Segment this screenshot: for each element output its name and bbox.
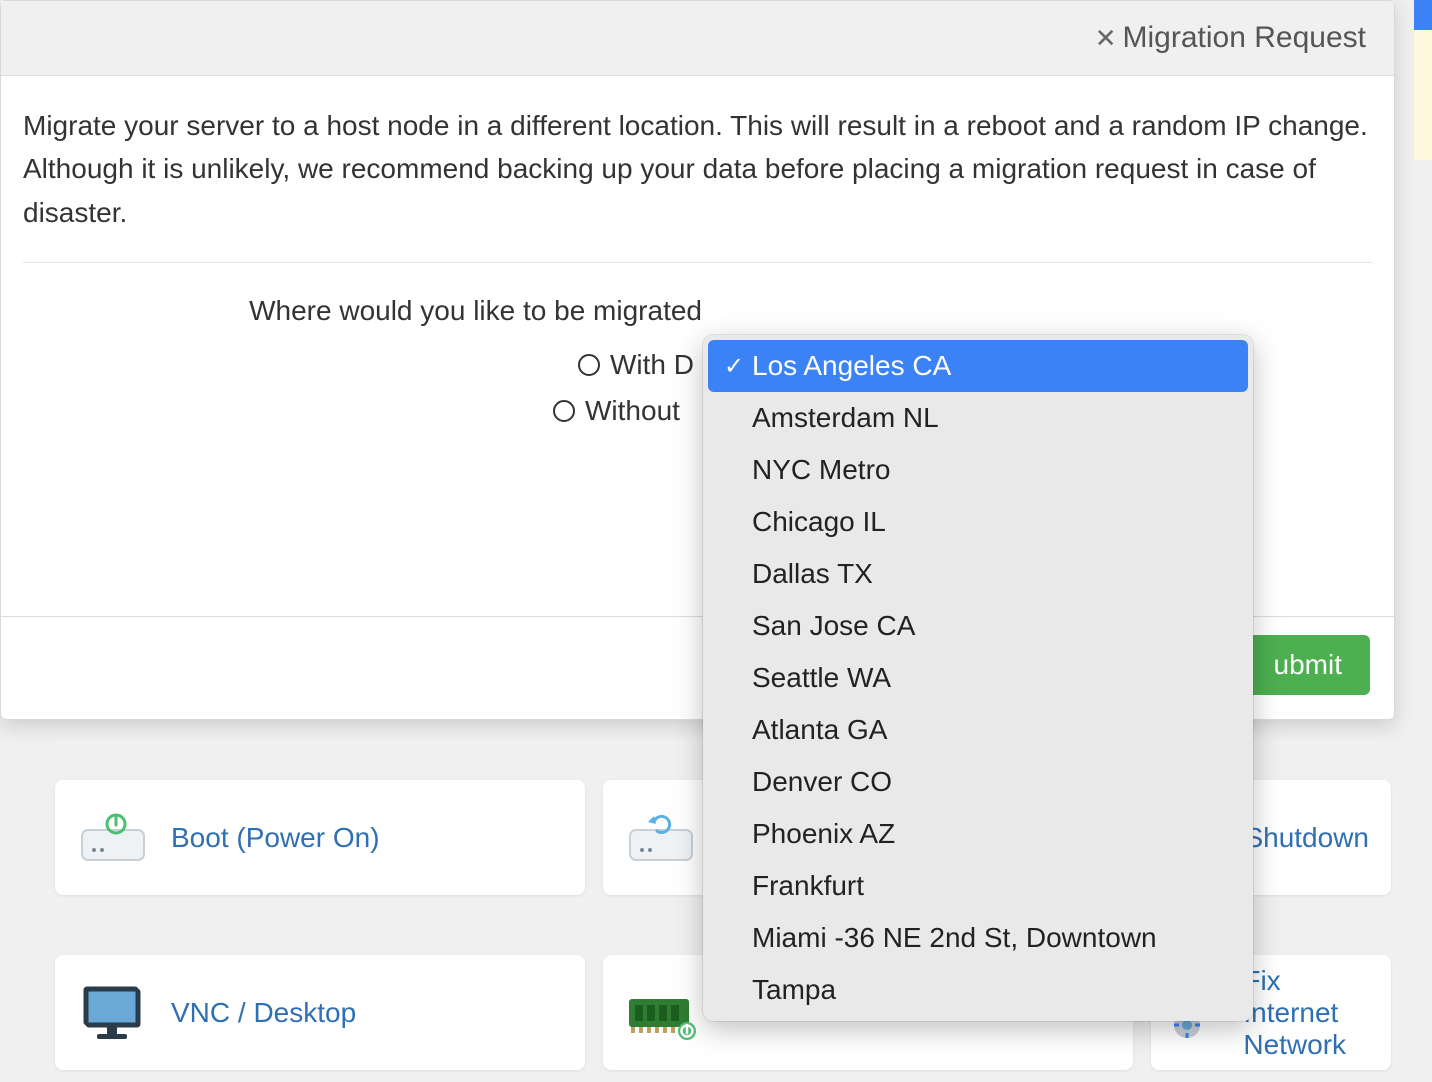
power-on-drive-icon — [77, 802, 149, 874]
option-label: Phoenix AZ — [752, 818, 895, 850]
option-label: Atlanta GA — [752, 714, 887, 746]
option-label: Amsterdam NL — [752, 402, 939, 434]
location-option[interactable]: Denver CO — [708, 756, 1248, 808]
modal-description: Migrate your server to a host node in a … — [23, 104, 1372, 234]
modal-header: ✕ Migration Request — [1, 1, 1394, 76]
check-icon: ✓ — [724, 352, 752, 381]
location-option[interactable]: Phoenix AZ — [708, 808, 1248, 860]
option-label: Frankfurt — [752, 870, 864, 902]
radio-icon — [553, 400, 575, 422]
action-card-boot[interactable]: Boot (Power On) — [55, 780, 585, 895]
location-option[interactable]: Amsterdam NL — [708, 392, 1248, 444]
ram-icon — [625, 977, 697, 1049]
card-label-line1: Fix Internet — [1243, 965, 1369, 1029]
card-label: Boot (Power On) — [171, 822, 380, 854]
option-label: NYC Metro — [752, 454, 890, 486]
option-label: Denver CO — [752, 766, 892, 798]
drive-refresh-icon — [625, 802, 697, 874]
modal-title: Migration Request — [1123, 21, 1366, 55]
location-dropdown[interactable]: ✓Los Angeles CA Amsterdam NL NYC Metro Chic… — [703, 335, 1253, 1021]
submit-button[interactable]: ubmit — [1246, 635, 1370, 695]
location-label: Where would you like to be migrated — [23, 295, 718, 327]
option-label: Los Angeles CA — [752, 350, 951, 382]
location-row: Where would you like to be migrated — [23, 295, 1372, 327]
card-label: Shutdown — [1244, 822, 1369, 854]
card-label-line2: Network — [1243, 1029, 1369, 1061]
location-option[interactable]: San Jose CA — [708, 600, 1248, 652]
decoration-pale-strip — [1414, 30, 1432, 160]
option-label: Dallas TX — [752, 558, 873, 590]
radio-icon — [578, 354, 600, 376]
location-option[interactable]: NYC Metro — [708, 444, 1248, 496]
card-label: VNC / Desktop — [171, 997, 356, 1029]
radio-label: Without — [585, 395, 680, 427]
action-card-vnc[interactable]: VNC / Desktop — [55, 955, 585, 1070]
location-option[interactable]: Chicago IL — [708, 496, 1248, 548]
divider — [23, 262, 1372, 263]
monitor-icon — [77, 977, 149, 1049]
radio-label: With D — [610, 349, 694, 381]
location-option[interactable]: Atlanta GA — [708, 704, 1248, 756]
location-option[interactable]: Tampa — [708, 964, 1248, 1016]
option-label: Seattle WA — [752, 662, 891, 694]
location-option[interactable]: Frankfurt — [708, 860, 1248, 912]
location-option[interactable]: Miami -36 NE 2nd St, Downtown — [708, 912, 1248, 964]
close-icon[interactable]: ✕ — [1095, 25, 1117, 51]
location-option[interactable]: ✓Los Angeles CA — [708, 340, 1248, 392]
option-label: San Jose CA — [752, 610, 915, 642]
option-label: Chicago IL — [752, 506, 886, 538]
location-option[interactable]: Dallas TX — [708, 548, 1248, 600]
option-label: Miami -36 NE 2nd St, Downtown — [752, 922, 1157, 954]
decoration-blue-strip — [1414, 0, 1432, 30]
location-option[interactable]: Seattle WA — [708, 652, 1248, 704]
option-label: Tampa — [752, 974, 836, 1006]
